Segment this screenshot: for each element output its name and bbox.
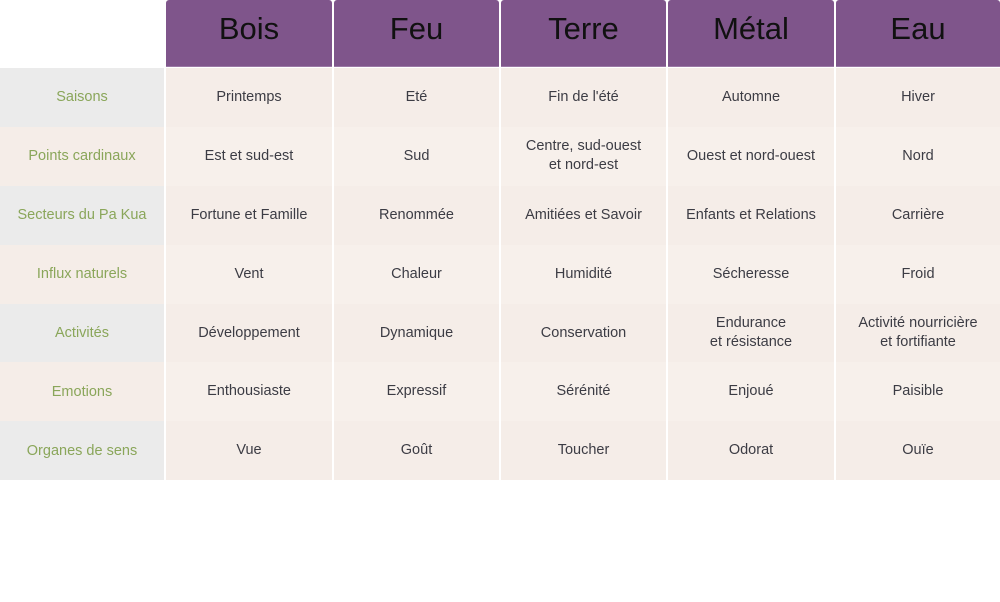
- table-cell: Printemps: [166, 68, 332, 127]
- table-cell: Froid: [836, 244, 1000, 304]
- table-cell: Toucher: [501, 421, 666, 481]
- row-label-organes-de-sens: Organes de sens: [0, 421, 164, 481]
- table-cell: Ouest et nord-ouest: [668, 126, 834, 186]
- table-cell: Vent: [166, 244, 332, 304]
- table-cell: Renommée: [334, 185, 499, 245]
- table-cell: Chaleur: [334, 244, 499, 304]
- row-label-secteurs-pa-kua: Secteurs du Pa Kua: [0, 185, 164, 245]
- table-cell: Fin de l'été: [501, 68, 666, 127]
- table-cell: Activité nourricière et fortifiante: [836, 303, 1000, 363]
- table-cell: Odorat: [668, 421, 834, 481]
- table-cell: Vue: [166, 421, 332, 481]
- column-header-eau: Eau: [836, 0, 1000, 67]
- table-cell: Goût: [334, 421, 499, 481]
- table-cell: Humidité: [501, 244, 666, 304]
- table-cell: Paisible: [836, 362, 1000, 422]
- table-cell: Carrière: [836, 185, 1000, 245]
- row-label-points-cardinaux: Points cardinaux: [0, 126, 164, 186]
- table-cell: Amitiées et Savoir: [501, 185, 666, 245]
- table-cell: Centre, sud-ouest et nord-est: [501, 126, 666, 186]
- table-cell: Expressif: [334, 362, 499, 422]
- table-cell: Conservation: [501, 303, 666, 363]
- table-cell: Hiver: [836, 68, 1000, 127]
- table-cell: Développement: [166, 303, 332, 363]
- row-label-influx-naturels: Influx naturels: [0, 244, 164, 304]
- table-cell: Enthousiaste: [166, 362, 332, 422]
- table-cell: Fortune et Famille: [166, 185, 332, 245]
- table-corner: [0, 0, 164, 68]
- table-cell: Sérénité: [501, 362, 666, 422]
- column-header-terre: Terre: [501, 0, 666, 67]
- table-cell: Endurance et résistance: [668, 303, 834, 363]
- row-label-activites: Activités: [0, 303, 164, 363]
- table-cell: Automne: [668, 68, 834, 127]
- table-cell: Enfants et Relations: [668, 185, 834, 245]
- column-header-bois: Bois: [166, 0, 332, 67]
- row-label-saisons: Saisons: [0, 68, 164, 127]
- table-cell: Dynamique: [334, 303, 499, 363]
- table-cell: Nord: [836, 126, 1000, 186]
- table-cell: Enjoué: [668, 362, 834, 422]
- table-cell: Eté: [334, 68, 499, 127]
- five-elements-table: Bois Feu Terre Métal Eau Saisons Printem…: [0, 0, 1000, 481]
- column-header-feu: Feu: [334, 0, 499, 67]
- table-cell: Ouïe: [836, 421, 1000, 481]
- table-cell: Sud: [334, 126, 499, 186]
- row-label-emotions: Emotions: [0, 362, 164, 422]
- table-cell: Sécheresse: [668, 244, 834, 304]
- table-cell: Est et sud-est: [166, 126, 332, 186]
- column-header-metal: Métal: [668, 0, 834, 67]
